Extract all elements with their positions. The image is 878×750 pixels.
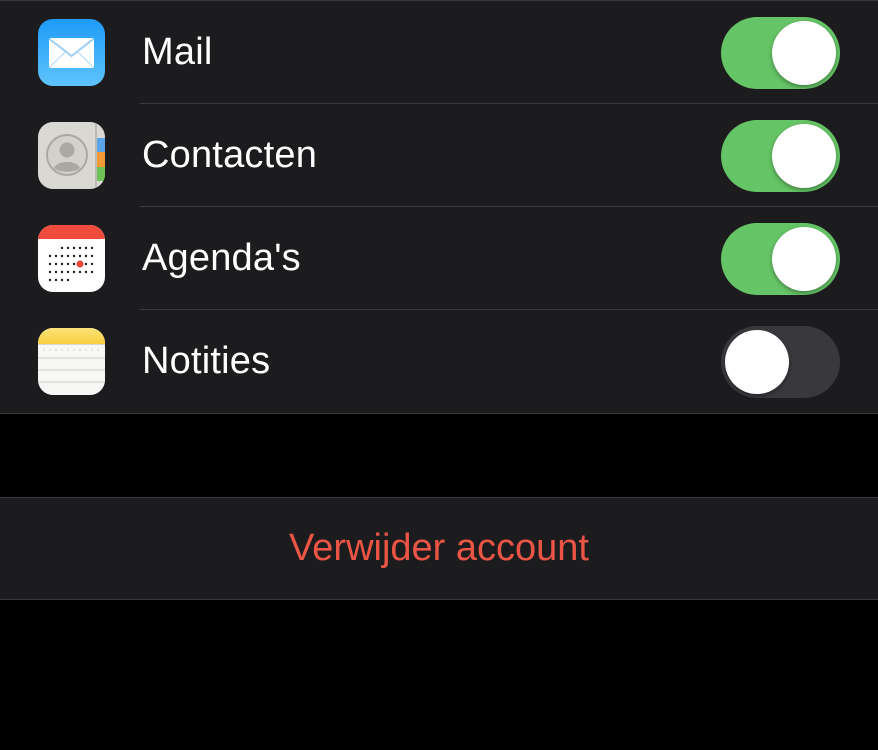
sync-row-calendar: Agenda's xyxy=(0,207,878,310)
calendar-icon xyxy=(38,225,105,292)
toggle-knob xyxy=(772,124,836,188)
notes-icon xyxy=(38,328,105,395)
account-settings-screen: Mail Contacten Agenda's Notities Verwijd… xyxy=(0,0,878,750)
notes-toggle[interactable] xyxy=(721,326,840,398)
sync-settings-group: Mail Contacten Agenda's Notities xyxy=(0,0,878,414)
delete-account-button[interactable]: Verwijder account xyxy=(0,498,878,599)
sync-row-label: Mail xyxy=(142,31,213,73)
sync-row-notes: Notities xyxy=(0,310,878,413)
toggle-knob xyxy=(772,21,836,85)
mail-icon xyxy=(38,19,105,86)
contacts-icon xyxy=(38,122,105,189)
sync-row-contacts: Contacten xyxy=(0,104,878,207)
sync-row-mail: Mail xyxy=(0,1,878,104)
delete-account-group: Verwijder account xyxy=(0,497,878,600)
contacts-toggle[interactable] xyxy=(721,120,840,192)
calendar-toggle[interactable] xyxy=(721,223,840,295)
sync-row-label: Contacten xyxy=(142,134,318,176)
toggle-knob xyxy=(725,330,789,394)
toggle-knob xyxy=(772,227,836,291)
sync-row-label: Agenda's xyxy=(142,237,301,279)
mail-toggle[interactable] xyxy=(721,17,840,89)
sync-row-label: Notities xyxy=(142,340,271,382)
